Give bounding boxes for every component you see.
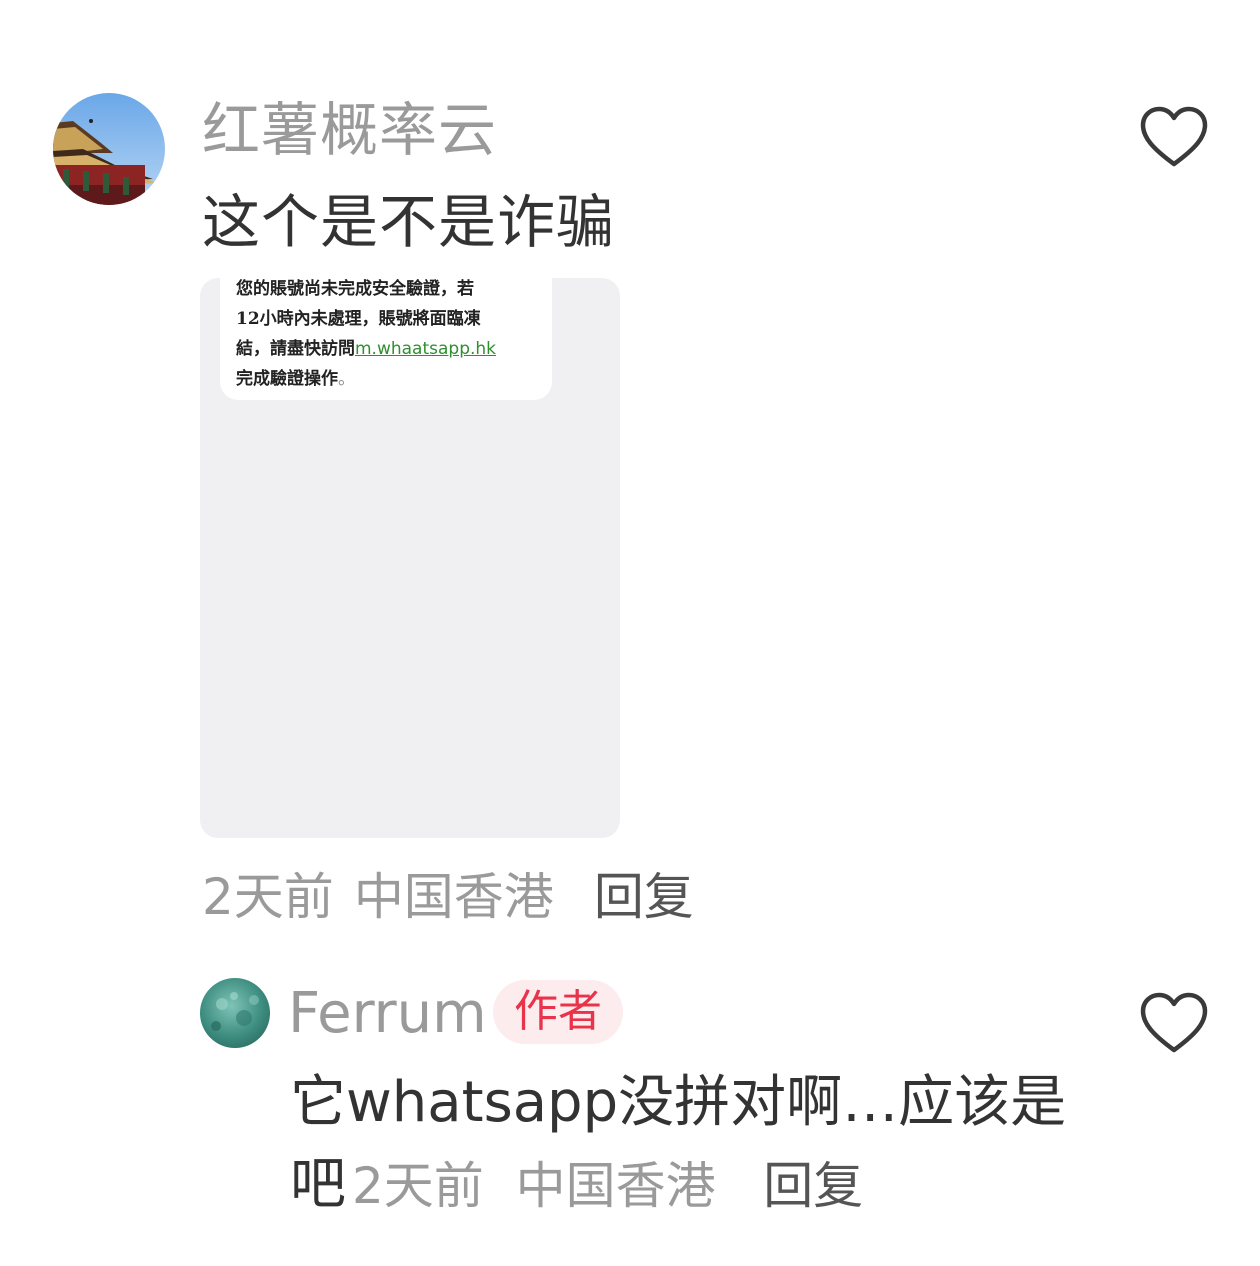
sms-line: 您的賬號尚未完成安全驗證，若	[236, 279, 474, 299]
sms-line-text: 完成驗證操作	[236, 369, 338, 389]
like-button[interactable]	[1138, 990, 1210, 1056]
reply-button[interactable]: 回复	[594, 868, 694, 926]
comment-text: 这个是不是诈骗	[202, 188, 616, 256]
comment-location: 中国香港	[353, 868, 554, 926]
comment-time: 2天前	[202, 868, 334, 926]
username[interactable]: 红薯概率云	[202, 92, 497, 168]
palace-photo-avatar	[53, 93, 165, 205]
comment-meta: 2天前 中国香港 回复	[202, 862, 694, 932]
reply-button[interactable]: 回复	[763, 1157, 863, 1215]
author-badge: 作者	[493, 980, 623, 1044]
sms-line: 完成驗證操作。	[236, 364, 552, 394]
sms-line: 結，請盡快訪問m.whaatsapp.hk	[236, 334, 552, 364]
user-avatar[interactable]	[200, 978, 270, 1048]
username[interactable]: Ferrum	[288, 978, 487, 1050]
teal-texture-avatar	[200, 978, 270, 1048]
comment-meta: 2天前 中国香港 回复	[352, 1157, 863, 1215]
comment-location: 中国香港	[515, 1157, 716, 1215]
sms-line-text: 結，請盡快訪問	[236, 339, 355, 359]
like-button[interactable]	[1138, 104, 1210, 170]
sms-message-bubble: 您的賬號尚未完成安全驗證，若 12小時內未處理，賬號將面臨凍 結，請盡快訪問m.…	[220, 278, 552, 400]
attached-image[interactable]: 您的賬號尚未完成安全驗證，若 12小時內未處理，賬號將面臨凍 結，請盡快訪問m.…	[200, 278, 620, 838]
reply-comment: 它whatsapp没拼对啊…应该是吧 2天前 中国香港 回复	[290, 1062, 1110, 1227]
sms-line-end: 。	[338, 369, 355, 389]
heart-outline-icon	[1140, 106, 1208, 167]
sms-link: m.whaatsapp.hk	[355, 339, 497, 359]
user-avatar[interactable]	[53, 93, 165, 205]
heart-outline-icon	[1140, 992, 1208, 1053]
comment-time: 2天前	[352, 1157, 484, 1215]
sms-line: 12小時內未處理，賬號將面臨凍	[236, 309, 481, 329]
